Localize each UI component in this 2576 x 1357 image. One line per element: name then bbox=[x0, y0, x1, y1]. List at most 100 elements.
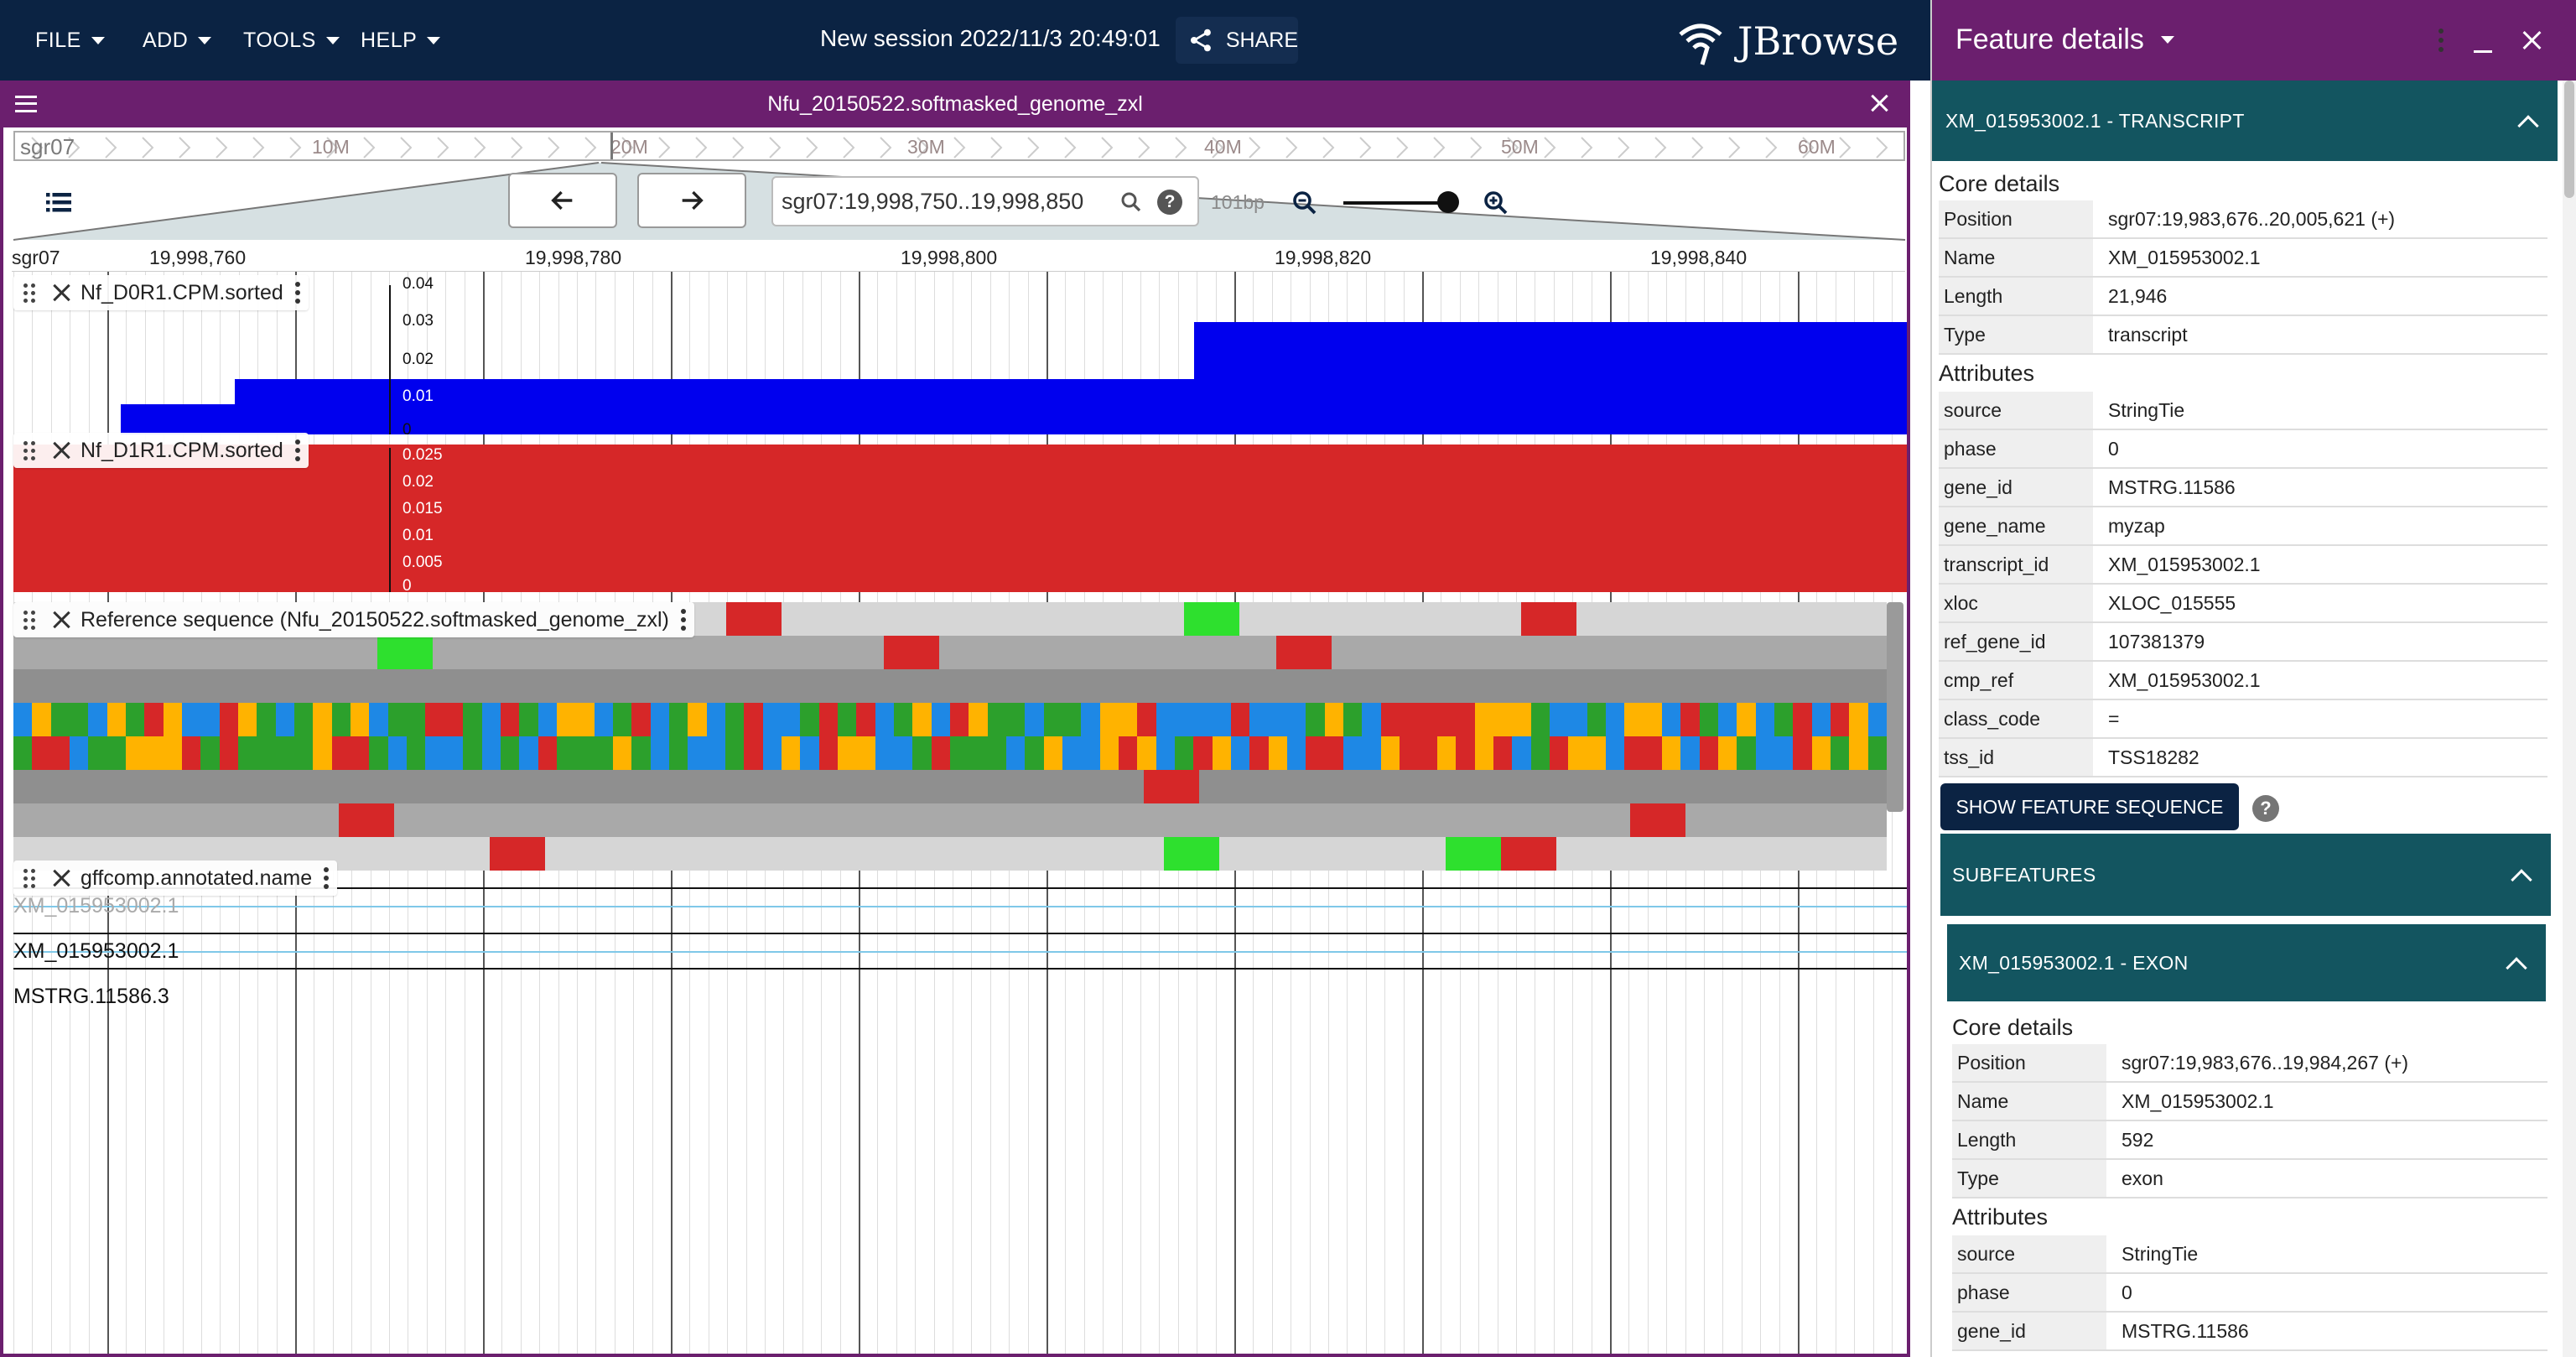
detail-value: XM_015953002.1 bbox=[2122, 1089, 2274, 1112]
track-menu-icon[interactable] bbox=[294, 439, 302, 461]
close-drawer-icon[interactable] bbox=[2521, 29, 2544, 52]
track-label[interactable]: Nf_D0R1.CPM.sorted bbox=[13, 275, 309, 310]
detail-row: ref_gene_id 107381379 bbox=[1939, 622, 2547, 661]
close-view-icon[interactable] bbox=[1868, 92, 1890, 114]
base-cell bbox=[575, 736, 595, 770]
zoom-slider-track[interactable] bbox=[1343, 201, 1452, 205]
base-cell bbox=[519, 703, 538, 736]
drawer-title[interactable]: Feature details bbox=[1955, 23, 2174, 56]
menu-help[interactable]: HELP bbox=[361, 0, 441, 81]
drag-handle-icon[interactable] bbox=[22, 866, 40, 891]
base-cell bbox=[1568, 703, 1588, 736]
track-selector-button[interactable] bbox=[44, 188, 74, 218]
location-search-input[interactable]: sgr07:19,998,750..19,998,850 ? bbox=[771, 176, 1199, 226]
detail-key: source bbox=[1952, 1235, 2106, 1272]
base-cell bbox=[1774, 736, 1794, 770]
close-icon[interactable] bbox=[50, 439, 72, 461]
scroll-left-button[interactable] bbox=[508, 173, 617, 228]
zoom-slider-thumb[interactable] bbox=[1437, 191, 1459, 213]
detail-key: transcript_id bbox=[1939, 546, 2093, 583]
ruler-tick-label: 19,998,820 bbox=[1275, 247, 1372, 268]
base-cell bbox=[1343, 736, 1363, 770]
scroll-right-button[interactable] bbox=[637, 173, 746, 228]
menu-add[interactable]: ADD bbox=[143, 0, 212, 81]
track-menu-icon[interactable] bbox=[324, 867, 330, 889]
base-cell bbox=[650, 703, 670, 736]
drawer-menu-icon[interactable] bbox=[2438, 29, 2445, 52]
session-title[interactable]: New session 2022/11/3 20:49:01 bbox=[820, 25, 1161, 52]
base-cell bbox=[313, 703, 333, 736]
chevron-down-icon bbox=[91, 36, 105, 44]
help-icon[interactable]: ? bbox=[2252, 795, 2279, 822]
close-icon[interactable] bbox=[50, 867, 72, 889]
track-label[interactable]: gffcomp.annotated.name bbox=[13, 860, 338, 896]
feature-line[interactable] bbox=[13, 951, 1907, 953]
feature-track-gffcomp[interactable]: XM_015953002.1 XM_015953002.1 MSTRG.1158… bbox=[3, 860, 1907, 1354]
overview-tick: 10M bbox=[312, 136, 350, 158]
base-cell bbox=[1755, 703, 1775, 736]
codon-mark bbox=[1446, 837, 1501, 871]
base-cell bbox=[519, 736, 538, 770]
drag-handle-icon[interactable] bbox=[22, 438, 40, 463]
base-cell bbox=[351, 736, 370, 770]
zoom-in-icon[interactable] bbox=[1481, 188, 1511, 218]
drag-handle-icon[interactable] bbox=[22, 280, 40, 305]
drawer-scrollbar[interactable] bbox=[2563, 81, 2576, 1357]
track-scrollbar[interactable] bbox=[1887, 602, 1903, 812]
base-cell bbox=[1025, 736, 1045, 770]
base-cell bbox=[1081, 703, 1101, 736]
ruler-tick-label: 19,998,780 bbox=[525, 247, 622, 268]
detail-row: Type exon bbox=[1952, 1159, 2547, 1198]
base-cell bbox=[1474, 736, 1494, 770]
drag-handle-icon[interactable] bbox=[22, 607, 40, 632]
feature-line[interactable] bbox=[13, 933, 1907, 934]
reference-sequence-track[interactable]: Reference sequence (Nfu_20150522.softmas… bbox=[3, 602, 1907, 872]
sequence-row bbox=[13, 636, 1887, 669]
base-cell bbox=[1605, 703, 1625, 736]
track-label[interactable]: Nf_D1R1.CPM.sorted bbox=[13, 433, 309, 468]
coordinate-ruler[interactable]: sgr07 19,998,760 19,998,780 19,998,800 1… bbox=[12, 243, 1905, 272]
search-icon[interactable] bbox=[1119, 190, 1144, 215]
track-menu-icon[interactable] bbox=[680, 609, 688, 631]
track-label[interactable]: Reference sequence (Nfu_20150522.softmas… bbox=[13, 602, 694, 637]
close-icon[interactable] bbox=[50, 282, 72, 304]
menu-file[interactable]: FILE bbox=[35, 0, 105, 81]
drawer-scrollbar-thumb[interactable] bbox=[2564, 81, 2574, 198]
track-menu-icon[interactable] bbox=[294, 282, 302, 304]
detail-value: = bbox=[2108, 707, 2120, 730]
base-cell bbox=[407, 703, 426, 736]
subfeatures-accordion-header[interactable]: SUBFEATURES bbox=[1940, 834, 2551, 916]
coverage-track-d1r1[interactable]: 0.025 0.02 0.015 0.01 0.005 0 Nf_D1R1.CP… bbox=[3, 433, 1907, 595]
base-cell bbox=[931, 736, 951, 770]
base-cell bbox=[1006, 736, 1026, 770]
minimize-icon[interactable] bbox=[2474, 50, 2492, 53]
chevron-down-icon bbox=[427, 36, 441, 44]
coverage-track-d0r1[interactable]: 0.04 0.03 0.02 0.01 0 Nf_D0R1.CPM.sorted bbox=[3, 272, 1907, 439]
ruler-tick-label: 19,998,840 bbox=[1650, 247, 1748, 268]
base-cell bbox=[1493, 736, 1513, 770]
base-cell bbox=[1717, 703, 1737, 736]
exon-accordion-header[interactable]: XM_015953002.1 - EXON bbox=[1947, 924, 2546, 1001]
base-cell bbox=[500, 736, 520, 770]
feature-line[interactable] bbox=[13, 906, 1907, 907]
overview-scalebar[interactable]: sgr07 10M 20M 30M 40M 50M 60M bbox=[13, 131, 1905, 161]
base-cell bbox=[556, 736, 576, 770]
base-cell bbox=[538, 703, 558, 736]
feature-line[interactable] bbox=[13, 968, 1907, 970]
base-cell bbox=[1530, 736, 1550, 770]
codon-mark bbox=[377, 636, 433, 669]
detail-key: source bbox=[1939, 392, 2093, 429]
base-cell bbox=[631, 736, 652, 770]
close-icon[interactable] bbox=[50, 609, 72, 631]
transcript-accordion-header[interactable]: XM_015953002.1 - TRANSCRIPT bbox=[1932, 81, 2558, 161]
base-cell bbox=[818, 736, 839, 770]
zoom-out-icon[interactable] bbox=[1290, 188, 1320, 218]
drawer-body[interactable]: XM_015953002.1 - TRANSCRIPT Core details… bbox=[1932, 81, 2564, 1357]
jbrowse-logo-icon bbox=[1679, 23, 1722, 65]
help-icon[interactable]: ? bbox=[1157, 190, 1182, 215]
share-button[interactable]: SHARE bbox=[1176, 17, 1298, 64]
show-feature-sequence-button[interactable]: SHOW FEATURE SEQUENCE bbox=[1940, 783, 2239, 830]
menu-tools[interactable]: TOOLS bbox=[243, 0, 340, 81]
base-cell bbox=[594, 703, 614, 736]
detail-key: gene_id bbox=[1939, 469, 2093, 506]
